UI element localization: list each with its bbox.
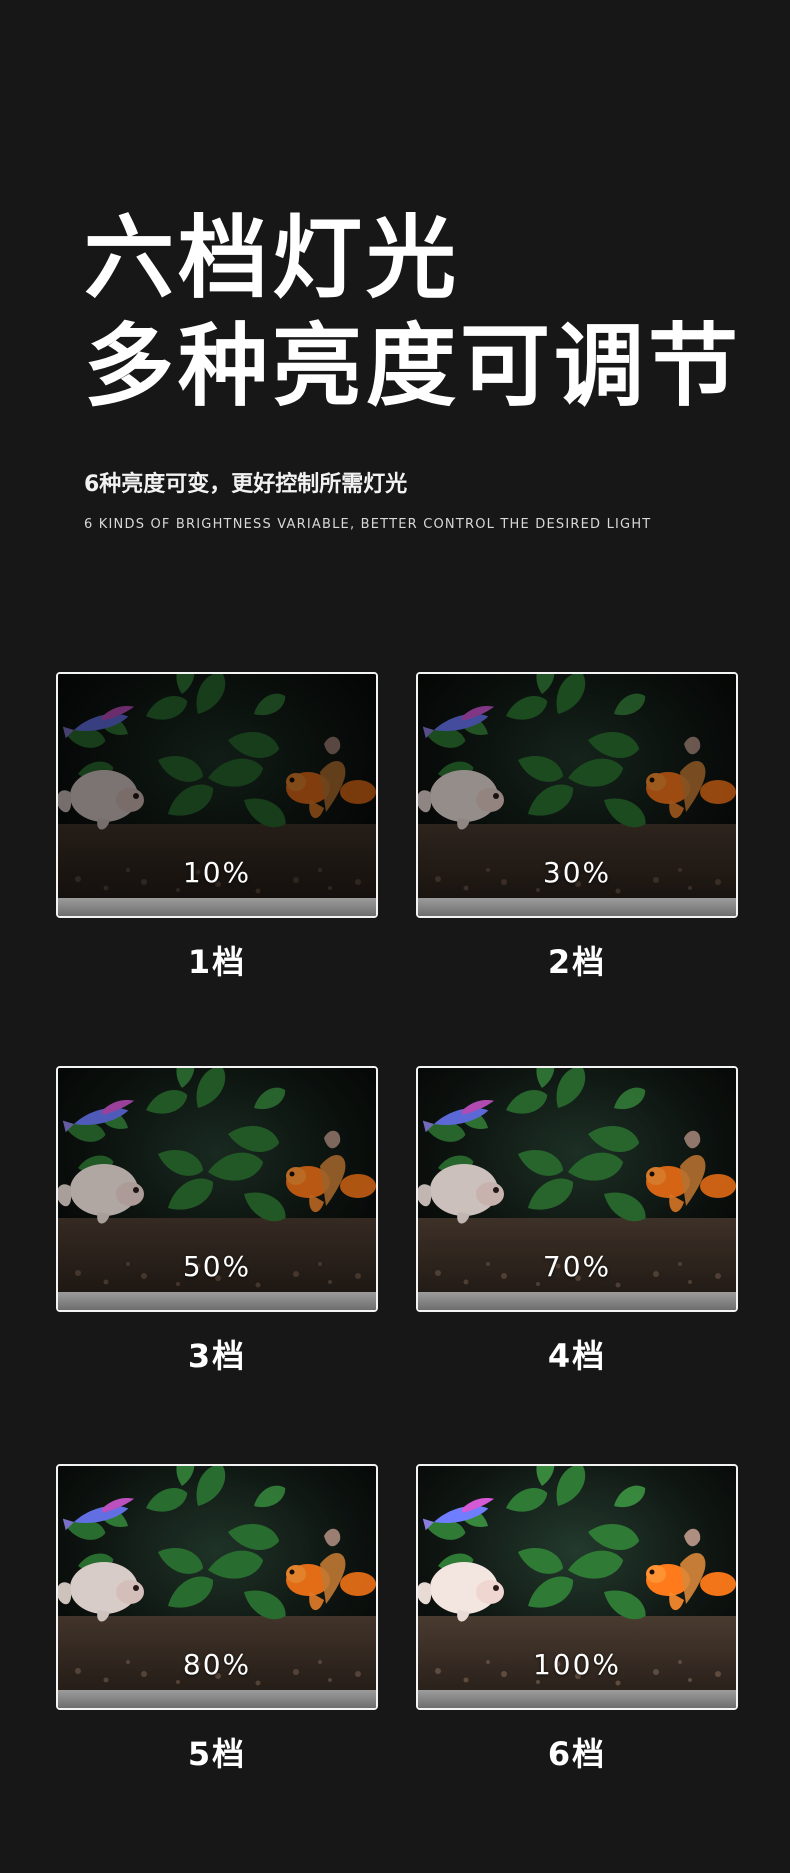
- brightness-percent: 30%: [542, 856, 612, 889]
- hero-title-line-2: 多种亮度可调节: [84, 314, 742, 419]
- aquarium-photo: 70%: [416, 1066, 738, 1312]
- brightness-level-label: 4档: [547, 1337, 607, 1375]
- brightness-percent: 100%: [532, 1648, 622, 1681]
- hero-title: 六档灯光 多种亮度可调节: [84, 205, 742, 421]
- brightness-level-2: 30% 2档: [416, 672, 738, 982]
- brightness-percent: 80%: [182, 1648, 252, 1681]
- brightness-level-4: 70% 4档: [416, 1066, 738, 1376]
- aquarium-photo: 50%: [56, 1066, 378, 1312]
- brightness-level-1: 10% 1档: [56, 672, 378, 982]
- aquarium-photo: 10%: [56, 672, 378, 918]
- hero-title-line-1: 六档灯光: [84, 206, 460, 311]
- brightness-level-label: 5档: [187, 1735, 247, 1773]
- brightness-percent: 10%: [182, 856, 252, 889]
- brightness-percent: 50%: [182, 1250, 252, 1283]
- brightness-level-label: 1档: [187, 943, 247, 981]
- brightness-level-3: 50% 3档: [56, 1066, 378, 1376]
- product-detail-page: 六档灯光 多种亮度可调节 6种亮度可变，更好控制所需灯光 6 KINDS OF …: [0, 0, 790, 1873]
- brightness-level-6: 100% 6档: [416, 1464, 738, 1774]
- brightness-level-label: 2档: [547, 943, 607, 981]
- aquarium-photo: 80%: [56, 1464, 378, 1710]
- brightness-percent: 70%: [542, 1250, 612, 1283]
- brightness-level-label: 3档: [187, 1337, 247, 1375]
- brightness-level-5: 80% 5档: [56, 1464, 378, 1774]
- aquarium-photo: 100%: [416, 1464, 738, 1710]
- subtitle-chinese: 6种亮度可变，更好控制所需灯光: [84, 472, 408, 497]
- aquarium-photo: 30%: [416, 672, 738, 918]
- subtitle-english: 6 KINDS OF BRIGHTNESS VARIABLE, BETTER C…: [84, 517, 652, 532]
- brightness-level-label: 6档: [547, 1735, 607, 1773]
